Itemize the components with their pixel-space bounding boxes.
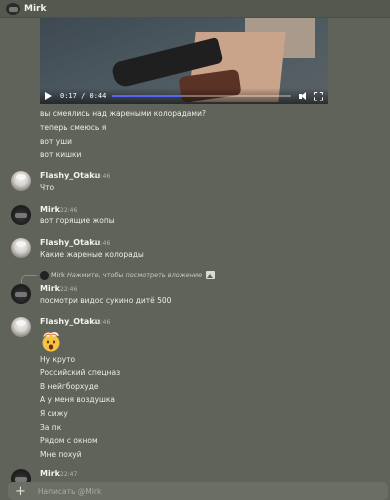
fullscreen-icon[interactable] bbox=[314, 91, 323, 101]
reply-text: Нажмите, чтобы посмотреть вложение bbox=[66, 271, 203, 279]
video-progress-fill bbox=[112, 95, 182, 97]
username[interactable]: Mirk bbox=[40, 205, 60, 214]
message-text: вот кишки bbox=[40, 150, 82, 159]
message-text: А у меня воздушка bbox=[40, 395, 116, 404]
image-icon bbox=[206, 271, 215, 279]
message-text: Российский спецназ bbox=[40, 368, 121, 377]
message-text: За пк bbox=[40, 423, 62, 432]
timestamp: 22:46 bbox=[93, 240, 111, 247]
message-text: В нейгборхуде bbox=[40, 382, 99, 391]
username[interactable]: Flashy_Otaku bbox=[40, 238, 100, 247]
timestamp: 22:46 bbox=[93, 173, 111, 180]
video-controls: 0:17 / 0:44 bbox=[40, 88, 328, 104]
message-text: Какие жареные колорады bbox=[40, 250, 144, 259]
timestamp: 22:46 bbox=[60, 207, 78, 214]
message-text: вот горящие жопы bbox=[40, 216, 115, 225]
video-time: 0:17 / 0:44 bbox=[60, 92, 107, 100]
message-composer: + bbox=[8, 482, 388, 500]
message-text: Я сижу bbox=[40, 409, 68, 418]
header-title[interactable]: Mirk bbox=[24, 4, 46, 14]
play-icon[interactable] bbox=[45, 92, 52, 100]
timestamp: 22:46 bbox=[60, 286, 78, 293]
avatar[interactable] bbox=[11, 171, 31, 191]
message-text: Мне похуй bbox=[40, 450, 82, 459]
timestamp: 22:46 bbox=[93, 319, 111, 326]
message-text: теперь смеюсь я bbox=[40, 123, 107, 132]
video-progress-bar[interactable] bbox=[112, 95, 291, 97]
dm-header: Mirk bbox=[0, 0, 390, 18]
reply-username[interactable]: Mirk bbox=[51, 271, 65, 279]
username[interactable]: Flashy_Otaku bbox=[40, 317, 100, 326]
reply-preview[interactable]: Mirk Нажмите, чтобы посмотреть вложение bbox=[51, 271, 202, 279]
message-text: Рядом с окном bbox=[40, 436, 98, 445]
header-avatar[interactable] bbox=[6, 2, 20, 15]
timestamp: 22:47 bbox=[60, 471, 78, 478]
message-text: вы смеялись над жареными колорадами? bbox=[40, 109, 206, 118]
username[interactable]: Mirk bbox=[40, 469, 60, 478]
username[interactable]: Flashy_Otaku bbox=[40, 171, 100, 180]
volume-icon[interactable] bbox=[299, 91, 308, 101]
message-text: Что bbox=[40, 183, 55, 192]
video-player[interactable]: 0:17 / 0:44 bbox=[40, 18, 328, 104]
message-text: вот уши bbox=[40, 137, 72, 146]
reply-connector bbox=[21, 275, 37, 283]
message-input[interactable] bbox=[37, 486, 388, 496]
avatar[interactable] bbox=[11, 205, 31, 225]
reply-avatar bbox=[40, 271, 49, 280]
message-text: Ну круто bbox=[40, 355, 76, 364]
add-attachment-icon[interactable]: + bbox=[15, 485, 26, 498]
exploding-head-emoji bbox=[42, 332, 60, 352]
avatar[interactable] bbox=[11, 284, 31, 304]
message-text: посмотри видос сукино дитё 500 bbox=[40, 296, 172, 305]
avatar[interactable] bbox=[11, 238, 31, 258]
username[interactable]: Mirk bbox=[40, 284, 60, 293]
avatar[interactable] bbox=[11, 317, 31, 337]
